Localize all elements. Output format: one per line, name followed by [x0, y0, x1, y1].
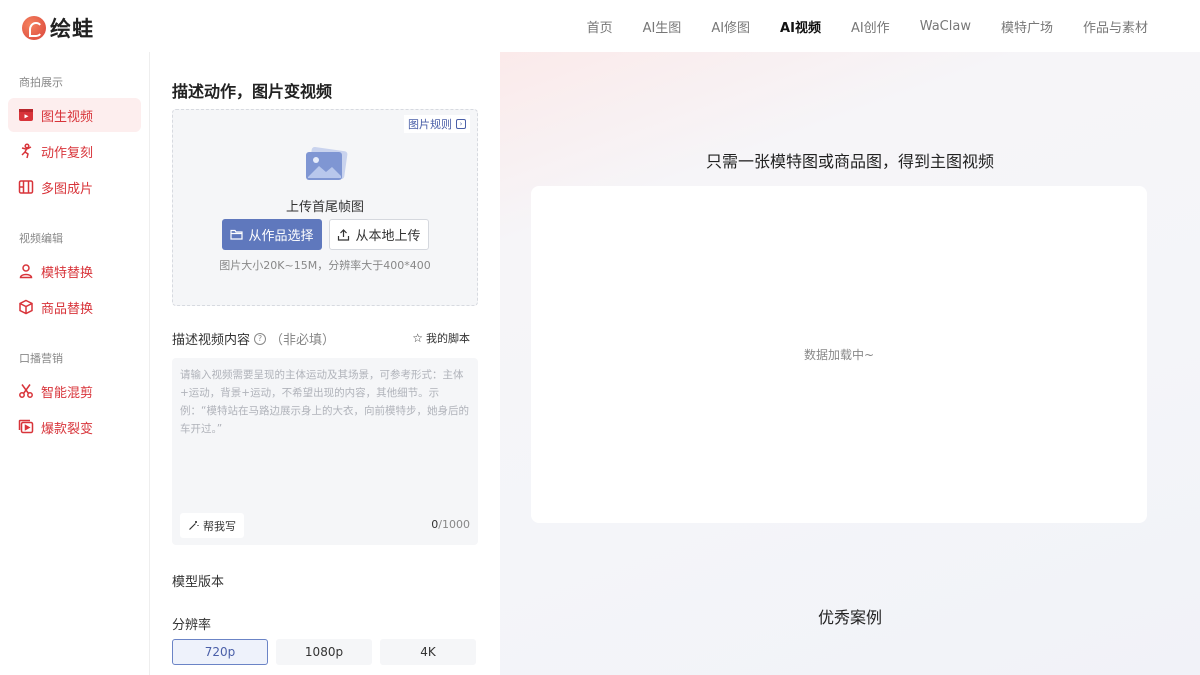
preview-card: 数据加载中~ [531, 186, 1147, 523]
resolution-label: 分辨率 [172, 618, 212, 633]
my-script-label: 我的脚本 [426, 332, 470, 345]
page-title: 描述动作，图片变视频 [172, 82, 333, 101]
nav-ai-video[interactable]: AI视频 [780, 17, 821, 36]
model-version-label: 模型版本 [172, 575, 225, 590]
sidebar-item-label: 智能混剪 [41, 385, 94, 401]
nav-home[interactable]: 首页 [587, 17, 613, 36]
nav-waclaw[interactable]: WaClaw [920, 19, 971, 34]
resolution-720p[interactable]: 720p [172, 639, 268, 665]
preview-title: 只需一张模特图或商品图，得到主图视频 [705, 152, 994, 171]
external-link-icon: › [456, 119, 466, 129]
upload-hint: 图片大小20K~15M，分辨率大于400*400 [219, 259, 431, 272]
sidebar-item-multi-image[interactable]: 多图成片 [8, 170, 141, 204]
sidebar-section-title: 商拍展示 [19, 76, 63, 89]
generation-panel: 描述动作，图片变视频 图片规则 › 上传首尾帧图 从作品选择 从本地上传 图片大… [150, 52, 500, 675]
resolution-1080p[interactable]: 1080p [276, 639, 372, 665]
logo[interactable]: 绘蛙 [22, 13, 94, 43]
cube-icon [19, 299, 33, 315]
upload-local-label: 从本地上传 [355, 229, 421, 244]
top-header: 绘蛙 首页 AI生图 AI修图 AI视频 AI创作 WaClaw 模特广场 作品… [0, 0, 1200, 52]
sidebar: 商拍展示 图生视频 动作复刻 多图成片 视频编辑 模特替换 商品替换 口播营销 … [0, 52, 150, 675]
sidebar-item-label: 商品替换 [41, 301, 94, 317]
nav-model-square[interactable]: 模特广场 [1001, 17, 1053, 36]
sidebar-item-product-replace[interactable]: 商品替换 [8, 290, 141, 324]
preview-area: 只需一张模特图或商品图，得到主图视频 数据加载中~ 优秀案例 [500, 52, 1200, 675]
nav-works-assets[interactable]: 作品与素材 [1083, 17, 1148, 36]
sidebar-item-motion-copy[interactable]: 动作复刻 [8, 134, 141, 168]
sidebar-item-label: 模特替换 [41, 265, 94, 281]
sidebar-section-title: 视频编辑 [19, 232, 63, 245]
my-script-button[interactable]: ☆ 我的脚本 [412, 330, 470, 346]
image-placeholder-icon [306, 147, 348, 180]
dance-figure-icon [21, 143, 32, 159]
char-counter: 0/1000 [431, 518, 470, 531]
cases-title: 优秀案例 [817, 608, 882, 627]
sidebar-item-image-to-video[interactable]: 图生视频 [8, 98, 141, 132]
resolution-options: 720p 1080p 4K [172, 639, 476, 665]
nav-ai-create[interactable]: AI创作 [851, 17, 890, 36]
nav-ai-image[interactable]: AI生图 [643, 17, 682, 36]
loading-text: 数据加载中~ [803, 348, 875, 362]
description-textarea[interactable] [172, 358, 478, 508]
video-play-icon [19, 109, 33, 121]
char-max: /1000 [438, 518, 470, 531]
star-icon: ☆ [412, 331, 423, 345]
upload-icon [338, 228, 350, 241]
sidebar-item-smart-mix[interactable]: 智能混剪 [8, 374, 141, 408]
optional-note: （非必填） [270, 333, 336, 348]
select-from-works-label: 从作品选择 [248, 229, 314, 244]
sidebar-item-viral-split[interactable]: 爆款裂变 [8, 410, 141, 444]
upload-label: 上传首尾帧图 [285, 200, 364, 215]
nav-ai-retouch[interactable]: AI修图 [711, 17, 750, 36]
sidebar-section-title: 口播营销 [19, 352, 63, 365]
logo-icon [22, 16, 46, 40]
sidebar-item-label: 爆款裂变 [41, 421, 94, 437]
resolution-4k[interactable]: 4K [380, 639, 476, 665]
help-me-write-label: 帮我写 [203, 519, 236, 533]
help-icon[interactable]: ? [254, 332, 267, 345]
description-label: 描述视频内容 ? （非必填） [172, 329, 335, 348]
copy-play-icon [18, 419, 34, 434]
upload-local-button[interactable]: 从本地上传 [329, 219, 429, 250]
help-me-write-button[interactable]: 帮我写 [180, 513, 244, 538]
sidebar-item-label: 动作复刻 [41, 145, 94, 161]
image-rules-label: 图片规则 [408, 118, 452, 131]
top-nav: 首页 AI生图 AI修图 AI视频 AI创作 WaClaw 模特广场 作品与素材 [587, 0, 1148, 52]
person-icon [19, 264, 33, 279]
sidebar-item-label: 多图成片 [41, 181, 94, 197]
description-box: 帮我写 0/1000 [172, 358, 478, 545]
scissors-icon [19, 384, 33, 398]
sidebar-item-model-replace[interactable]: 模特替换 [8, 254, 141, 288]
logo-text: 绘蛙 [50, 17, 94, 41]
select-from-works-button[interactable]: 从作品选择 [222, 219, 322, 250]
film-layout-icon [18, 180, 34, 194]
magic-wand-icon [189, 521, 199, 530]
folder-icon [230, 229, 244, 240]
description-label-text: 描述视频内容 [172, 333, 251, 348]
image-rules-link[interactable]: 图片规则 › [404, 115, 470, 133]
upload-dropzone[interactable]: 图片规则 › 上传首尾帧图 从作品选择 从本地上传 图片大小20K~15M，分辨… [172, 109, 478, 306]
sidebar-item-label: 图生视频 [41, 109, 94, 125]
